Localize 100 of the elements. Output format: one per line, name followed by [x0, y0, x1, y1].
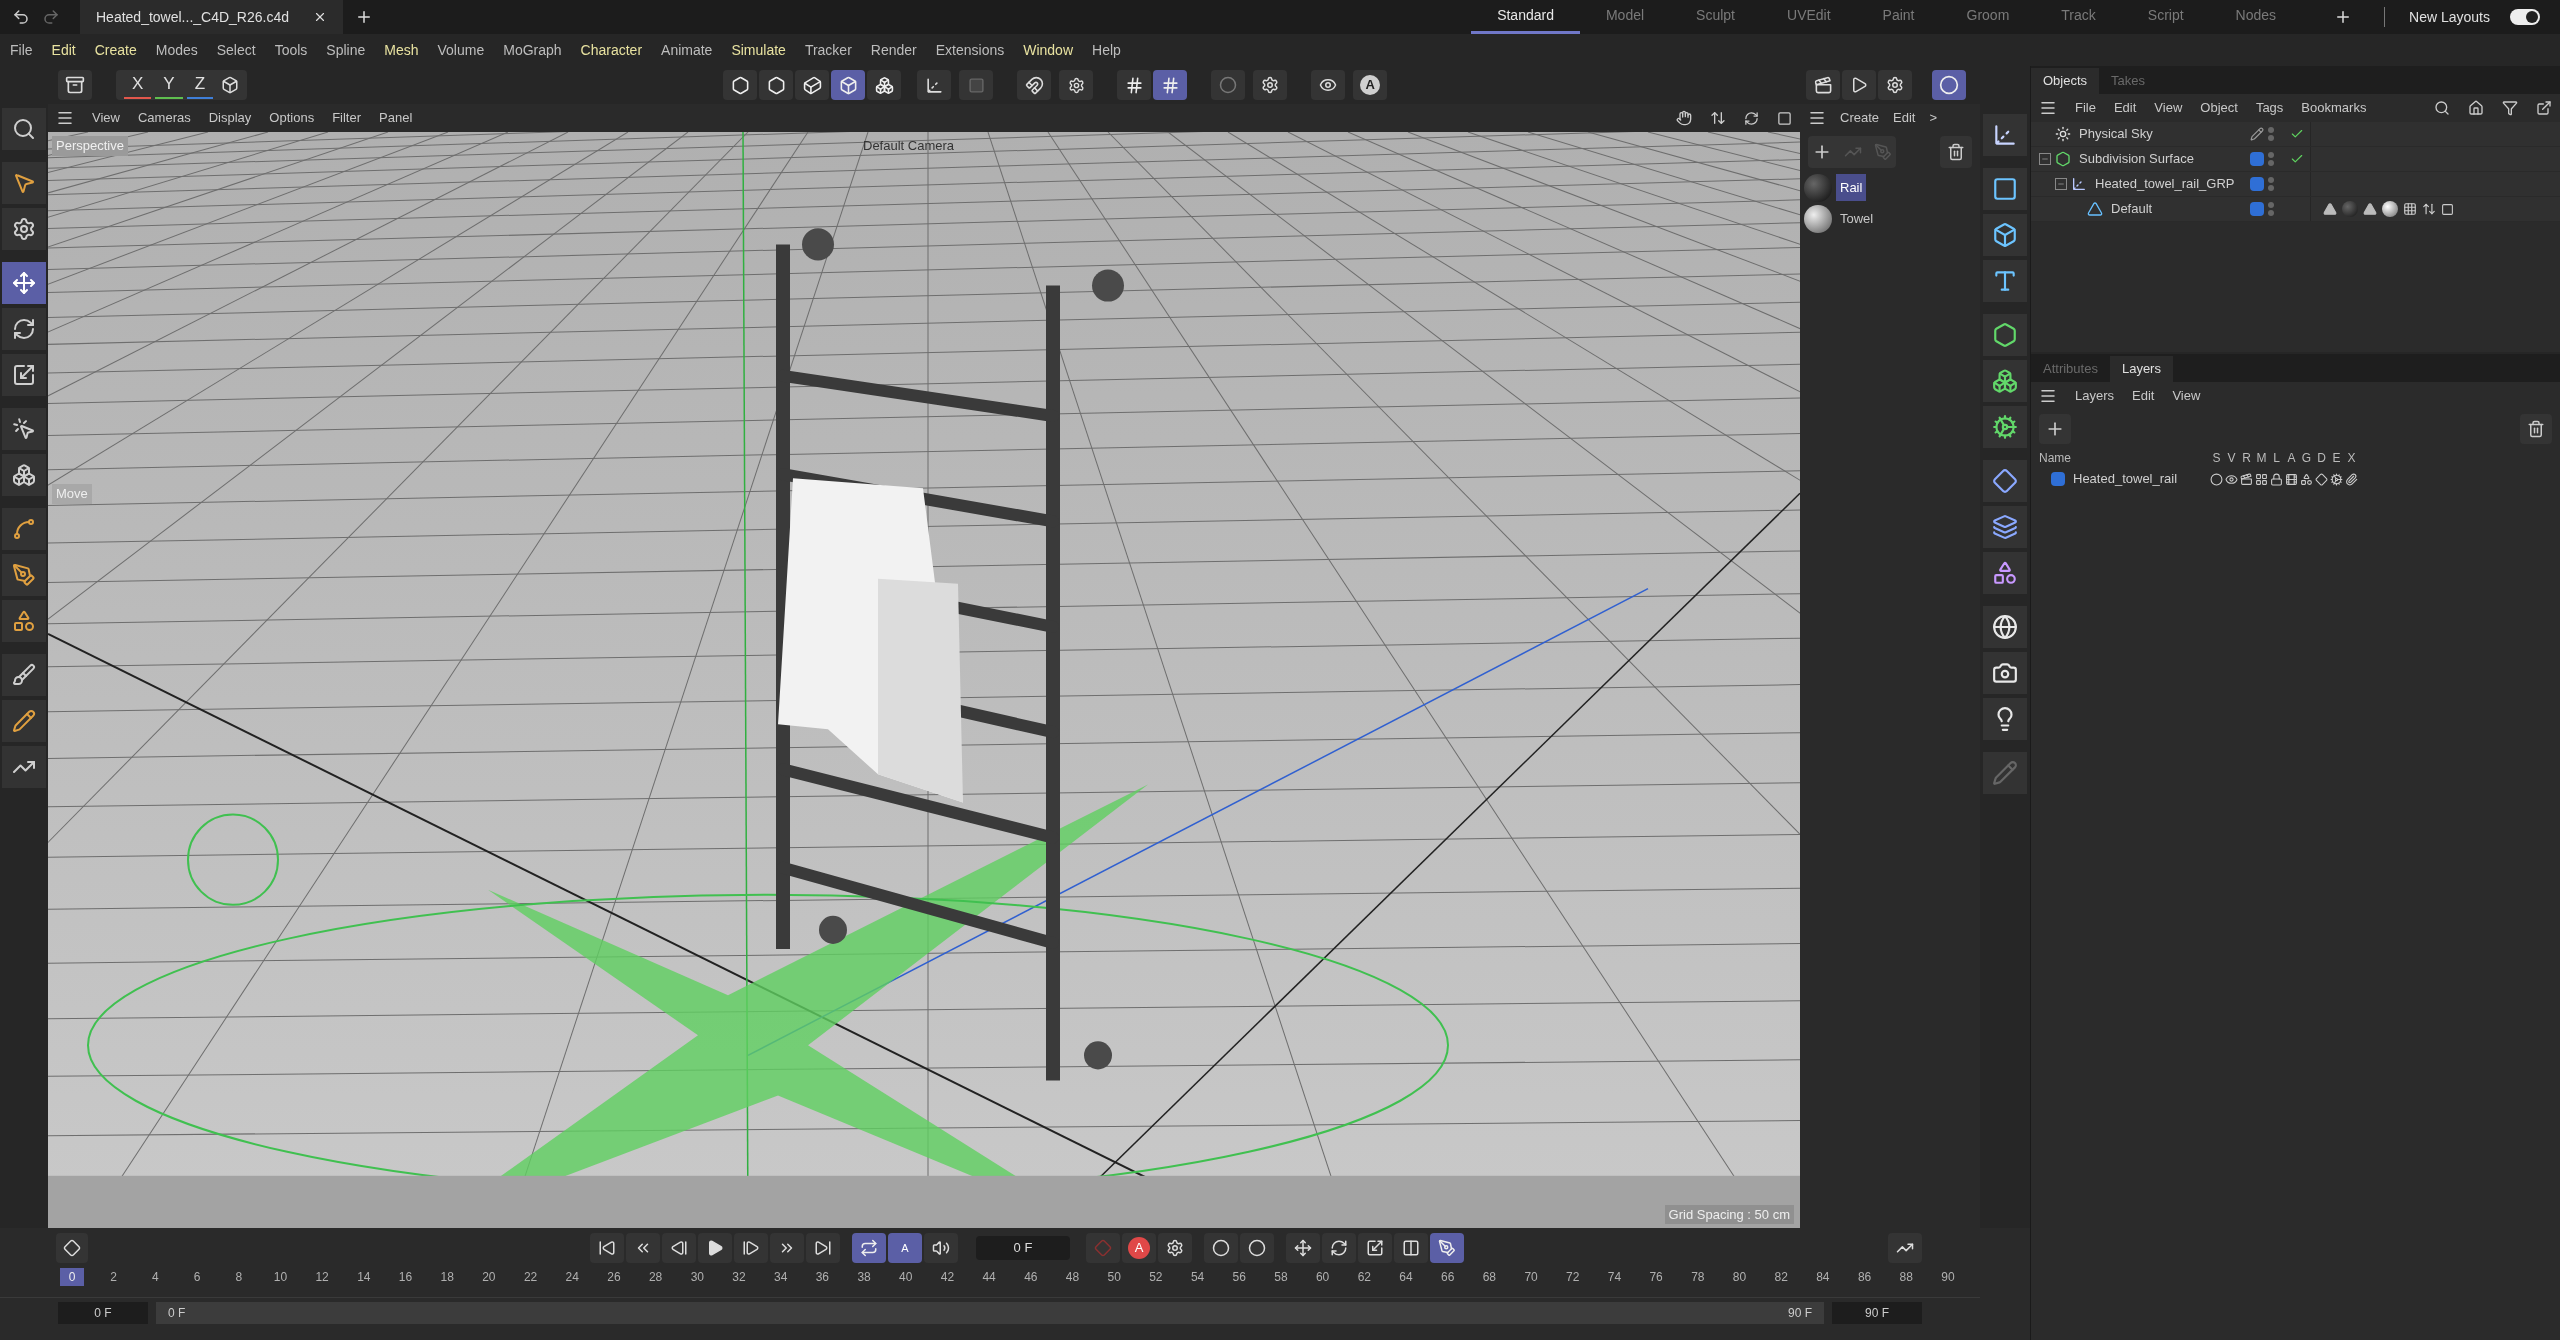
- frame-tick-label: 54: [1189, 1269, 1206, 1286]
- axis-toggle[interactable]: Y: [155, 71, 183, 99]
- frame-tick-label: 74: [1606, 1269, 1623, 1286]
- document-tab[interactable]: Heated_towel..._C4D_R26.c4d: [80, 0, 343, 34]
- frame-tick-label: 58: [1273, 1269, 1289, 1286]
- layout-tab[interactable]: UVEdit: [1761, 0, 1857, 34]
- viewport-menu-item[interactable]: View: [92, 108, 120, 128]
- frame-tick-label: 80: [1731, 1269, 1748, 1286]
- column-header: X: [2346, 450, 2357, 467]
- frame-tick-label: 22: [522, 1269, 539, 1286]
- viewport-menu-item[interactable]: Options: [269, 108, 315, 128]
- range-end-label: 90 F: [1788, 1305, 1812, 1322]
- layout-tab[interactable]: Script: [2121, 0, 2210, 34]
- frame-tick-label: 72: [1565, 1269, 1581, 1286]
- frame-tick-label: 84: [1815, 1269, 1831, 1286]
- panel-tab[interactable]: Objects: [2031, 68, 2100, 94]
- view-title[interactable]: Default Camera: [863, 136, 955, 156]
- layout-tab[interactable]: Groom: [1940, 0, 2036, 34]
- objects-menu-item[interactable]: Bookmarks: [2301, 98, 2367, 118]
- viewport-menu-item[interactable]: Panel: [379, 108, 413, 128]
- layers-menu-item[interactable]: Edit: [2132, 386, 2155, 406]
- frame-tick-label: 4: [151, 1269, 160, 1286]
- frame-tick-label: 62: [1356, 1269, 1372, 1286]
- menu-item[interactable]: File: [10, 39, 33, 61]
- menu-item[interactable]: Render: [870, 39, 917, 61]
- frame-tick-label: 40: [898, 1269, 914, 1286]
- menu-item[interactable]: Help: [1092, 39, 1121, 61]
- objects-menu-item[interactable]: File: [2075, 98, 2096, 118]
- material-name[interactable]: Towel: [1836, 204, 1878, 233]
- material-menu-item[interactable]: Create: [1840, 108, 1880, 128]
- layout-tab[interactable]: Sculpt: [1670, 0, 1761, 34]
- layers-menu-item[interactable]: View: [2172, 386, 2201, 406]
- frame-tick-label: 50: [1106, 1269, 1122, 1286]
- menu-item[interactable]: Extensions: [935, 39, 1005, 61]
- frame-tick-label: 20: [481, 1269, 497, 1286]
- object-name[interactable]: Default: [2111, 199, 2153, 219]
- axis-toggle[interactable]: Z: [186, 71, 214, 99]
- start-frame-field[interactable]: 0 F: [58, 1302, 148, 1324]
- autokey-button[interactable]: A: [1122, 1233, 1156, 1263]
- object-name[interactable]: Physical Sky: [2079, 124, 2153, 144]
- material-menu-item[interactable]: >: [1929, 108, 1938, 128]
- viewport-menu-item[interactable]: Cameras: [137, 108, 191, 128]
- column-header: V: [2226, 450, 2237, 467]
- frame-tick-label: 78: [1690, 1269, 1706, 1286]
- objects-menu-item[interactable]: Edit: [2113, 98, 2137, 118]
- column-header: M: [2255, 450, 2268, 467]
- viewport-menu-item[interactable]: Filter: [332, 108, 362, 128]
- range-slider[interactable]: 0 F 90 F: [156, 1302, 1824, 1324]
- frame-tick-label: 66: [1440, 1269, 1456, 1286]
- frame-tick-label: 18: [439, 1269, 455, 1286]
- layout-tab[interactable]: Standard: [1471, 0, 1580, 34]
- view-letter-button[interactable]: A: [1353, 70, 1388, 100]
- frame-tick-label: 44: [981, 1269, 997, 1286]
- frame-tick-label: 8: [234, 1269, 244, 1286]
- menu-item[interactable]: Character: [580, 39, 643, 61]
- frame-tick-label: 52: [1148, 1269, 1164, 1286]
- column-header: A: [2286, 450, 2297, 467]
- frame-tick-label: 28: [647, 1269, 664, 1286]
- frame-tick-label: 38: [856, 1269, 872, 1286]
- sound-range-button[interactable]: A: [888, 1233, 922, 1263]
- layout-tab[interactable]: Nodes: [2209, 0, 2303, 34]
- menu-item[interactable]: Simulate: [731, 39, 786, 61]
- objects-menu-item[interactable]: Tags: [2255, 98, 2284, 118]
- column-header: D: [2316, 450, 2327, 467]
- layout-tab[interactable]: Track: [2035, 0, 2122, 34]
- menu-item[interactable]: Select: [216, 39, 256, 61]
- column-header: E: [2331, 450, 2342, 467]
- column-header: L: [2272, 450, 2281, 467]
- objects-menu-item[interactable]: Object: [2200, 98, 2238, 118]
- menu-item[interactable]: MoGraph: [503, 39, 562, 61]
- menu-item[interactable]: Modes: [155, 39, 198, 61]
- menu-item[interactable]: Tools: [274, 39, 308, 61]
- menu-item[interactable]: Create: [94, 39, 137, 61]
- frame-tick-label: 88: [1898, 1269, 1914, 1286]
- frame-tick-label: 34: [773, 1269, 789, 1286]
- panel-tab[interactable]: Layers: [2109, 356, 2173, 382]
- menu-item[interactable]: Window: [1023, 39, 1073, 61]
- menu-item[interactable]: Edit: [51, 39, 76, 61]
- axis-toggle[interactable]: X: [124, 71, 152, 99]
- frame-tick-label: 10: [272, 1269, 289, 1286]
- frame-tick-label: 76: [1648, 1269, 1664, 1286]
- objects-menu-item[interactable]: View: [2154, 98, 2183, 118]
- menu-item[interactable]: Animate: [661, 39, 713, 61]
- menu-item[interactable]: Mesh: [384, 39, 419, 61]
- material-menu-item[interactable]: Edit: [1893, 108, 1916, 128]
- layers-menu-item[interactable]: Layers: [2075, 386, 2115, 406]
- menu-item[interactable]: Volume: [437, 39, 485, 61]
- material-name[interactable]: Rail: [1836, 173, 1867, 202]
- viewport-menu-item[interactable]: Display: [208, 108, 252, 128]
- end-frame-field[interactable]: 90 F: [1832, 1302, 1922, 1324]
- layout-tab[interactable]: Paint: [1856, 0, 1941, 34]
- frame-tick-label: 46: [1023, 1269, 1039, 1286]
- frame-field[interactable]: 0 F: [976, 1236, 1070, 1260]
- menu-item[interactable]: Spline: [326, 39, 366, 61]
- menu-item[interactable]: Tracker: [804, 39, 852, 61]
- object-name[interactable]: Subdivision Surface: [2079, 149, 2194, 169]
- layout-tab[interactable]: Model: [1579, 0, 1671, 34]
- layer-name[interactable]: Heated_towel_rail: [2073, 469, 2178, 489]
- frame-tick-label: 68: [1481, 1269, 1498, 1286]
- frame-tick-label: 42: [939, 1269, 956, 1286]
